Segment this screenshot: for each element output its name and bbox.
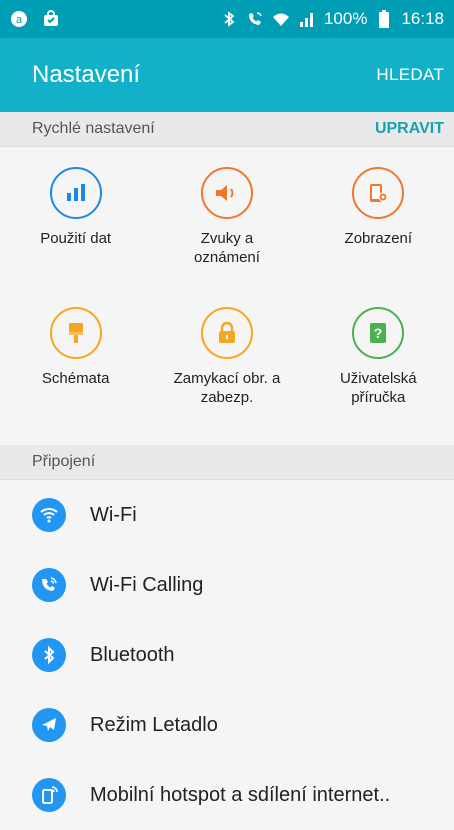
bluetooth-icon	[220, 10, 238, 28]
connections-title: Připojení	[32, 453, 96, 470]
svg-text:a: a	[16, 14, 23, 26]
hotspot-icon	[32, 778, 66, 812]
quick-item-label: Zamykací obr. a zabezp.	[173, 370, 281, 406]
display-icon	[352, 167, 405, 219]
wifi-icon	[272, 10, 290, 28]
connections-list: Wi-Fi Wi-Fi Calling Bluetooth Režim Leta…	[0, 480, 454, 830]
quick-item-user-manual[interactable]: ? Uživatelská příručka	[303, 297, 454, 437]
quick-settings-header: Rychlé nastavení UPRAVIT	[0, 112, 454, 147]
clock: 16:18	[401, 9, 444, 28]
quick-item-display[interactable]: Zobrazení	[303, 157, 454, 297]
quick-item-label: Uživatelská příručka	[339, 370, 417, 406]
connections-header: Připojení	[0, 445, 454, 480]
quick-item-data-usage[interactable]: Použití dat	[0, 157, 151, 297]
quick-item-label: Zobrazení	[344, 230, 413, 247]
list-item-label: Režim Letadlo	[90, 713, 218, 736]
signal-icon	[298, 10, 316, 28]
svg-text:?: ?	[374, 325, 383, 341]
quick-item-label: Schémata	[41, 370, 110, 387]
edit-button[interactable]: UPRAVIT	[375, 120, 444, 138]
list-item-mobile-hotspot[interactable]: Mobilní hotspot a sdílení internet..	[0, 760, 454, 830]
wifi-calling-icon	[32, 568, 66, 602]
airplane-icon	[32, 708, 66, 742]
quick-item-sounds[interactable]: Zvuky a oznámení	[151, 157, 302, 297]
paintbrush-icon	[49, 307, 102, 359]
list-item-label: Wi-Fi	[90, 503, 137, 526]
wifi-calling-icon	[246, 10, 264, 28]
battery-icon	[375, 10, 393, 28]
quick-item-themes[interactable]: Schémata	[0, 297, 151, 437]
chat-icon: a	[10, 10, 28, 28]
search-button[interactable]: HLEDAT	[376, 65, 444, 85]
help-book-icon: ?	[352, 307, 405, 359]
quick-item-label: Zvuky a oznámení	[194, 230, 260, 266]
list-item-label: Bluetooth	[90, 643, 175, 666]
battery-percent: 100%	[323, 9, 368, 28]
list-item-label: Mobilní hotspot a sdílení internet..	[90, 783, 391, 806]
wifi-icon	[32, 498, 66, 532]
status-bar: a 100% 16:18	[0, 0, 454, 38]
app-bar: Nastavení HLEDAT	[0, 38, 454, 112]
list-item-airplane-mode[interactable]: Režim Letadlo	[0, 690, 454, 760]
quick-settings-grid: Použití dat Zvuky a oznámení Zobrazení S…	[0, 147, 454, 445]
data-usage-icon	[49, 167, 102, 219]
list-item-wifi-calling[interactable]: Wi-Fi Calling	[0, 550, 454, 620]
volume-icon	[200, 167, 253, 219]
bluetooth-icon	[32, 638, 66, 672]
bag-icon	[42, 10, 60, 28]
list-item-bluetooth[interactable]: Bluetooth	[0, 620, 454, 690]
list-item-wifi[interactable]: Wi-Fi	[0, 480, 454, 550]
quick-item-label: Použití dat	[40, 230, 112, 247]
lock-icon	[200, 307, 253, 359]
list-item-label: Wi-Fi Calling	[90, 573, 204, 596]
quick-settings-title: Rychlé nastavení	[32, 120, 155, 137]
page-title: Nastavení	[32, 61, 141, 88]
quick-item-lock-security[interactable]: Zamykací obr. a zabezp.	[151, 297, 302, 437]
